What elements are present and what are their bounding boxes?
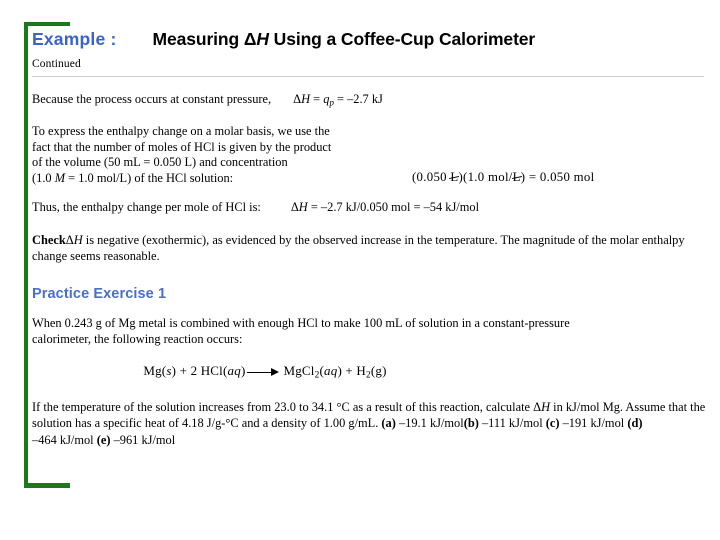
moles-eq-unit-liter-2: L — [512, 170, 521, 185]
moles-eq-mid: )(1.0 mol/ — [458, 170, 513, 185]
title-italic-h: H — [256, 29, 269, 49]
example-label: Example : — [32, 29, 117, 49]
practice-exercise-heading: Practice Exercise 1 — [32, 285, 167, 302]
check-paragraph: CheckΔH is negative (exothermic), as evi… — [32, 233, 704, 265]
final-part-1: If the temperature of the solution incre… — [32, 399, 542, 414]
reaction-state-aq-right: aq — [324, 363, 338, 379]
moles-eq-open: (0.050 — [412, 170, 451, 185]
molar-line4-italic-m: M — [54, 171, 66, 186]
practice-question-line-1: When 0.243 g of Mg metal is combined wit… — [32, 315, 570, 330]
thus-eq-delta: Δ — [290, 199, 299, 214]
option-b-value[interactable]: –111 kJ/mol — [479, 416, 546, 430]
molar-line-1: To express the enthalpy change on a mola… — [32, 124, 330, 139]
check-label: Check — [32, 233, 66, 248]
option-e-value[interactable]: –961 kJ/mol — [110, 433, 176, 447]
molar-basis-text: To express the enthalpy change on a mola… — [32, 124, 402, 187]
practice-question-line-2: calorimeter, the following reaction occu… — [32, 332, 243, 347]
reaction-left-mid: ) + 2 HCl( — [171, 363, 228, 379]
title-prefix: Measuring Δ — [152, 29, 257, 49]
slide-header: Example : Measuring ΔH Using a Coffee-Cu… — [32, 22, 708, 50]
option-d-label[interactable]: (d) — [627, 416, 642, 430]
moles-calculation-equation: (0.050 L)(1.0 mol/L) = 0.050 mol — [412, 171, 594, 184]
moles-eq-close: ) = 0.050 mol — [520, 170, 595, 185]
reaction-arrow-icon — [247, 368, 281, 377]
practice-answer-options: If the temperature of the solution incre… — [32, 399, 708, 448]
page-title: Measuring ΔH Using a Coffee-Cup Calorime… — [152, 29, 535, 50]
thus-eq-h: H — [298, 199, 308, 214]
molar-line-4: (1.0 M = 1.0 mol/L) of the HCl solution: — [32, 171, 402, 187]
chemical-reaction-equation: Mg(s) + 2 HCl(aq) MgCl2(aq) + H2(g) — [32, 364, 708, 381]
option-d-value[interactable]: –464 kJ/mol — [32, 433, 97, 447]
check-body: is negative (exothermic), as evidenced b… — [32, 233, 685, 264]
constant-pressure-row: Because the process occurs at constant p… — [32, 93, 708, 107]
reaction-left-mg: Mg( — [143, 363, 167, 379]
constant-pressure-equation: ΔH = qp = –2.7 kJ — [293, 93, 383, 107]
reaction-state-aq-left: aq — [227, 363, 241, 379]
continued-label: Continued — [32, 58, 81, 70]
final-italic-h: H — [541, 399, 551, 414]
frame-left-bar — [24, 22, 28, 488]
option-e-label[interactable]: (e) — [97, 433, 111, 447]
molar-line4-post: = 1.0 mol/L) of the HCl solution: — [65, 171, 234, 186]
check-italic-h: H — [73, 233, 83, 248]
practice-question-text: When 0.243 g of Mg metal is combined wit… — [32, 315, 692, 347]
thus-eq-remainder: = –2.7 kJ/0.050 mol = –54 kJ/mol — [307, 199, 480, 214]
option-b-label[interactable]: (b) — [464, 416, 479, 430]
eq-remainder: = –2.7 kJ — [333, 92, 383, 106]
thus-equation: ΔH = –2.7 kJ/0.050 mol = –54 kJ/mol — [291, 201, 479, 213]
thus-row: Thus, the enthalpy change per mole of HC… — [32, 199, 708, 214]
reaction-right-mid: ) + H — [337, 363, 366, 379]
check-delta: Δ — [65, 233, 74, 248]
molar-basis-block: To express the enthalpy change on a mola… — [32, 124, 708, 187]
eq-equals: = — [310, 92, 324, 106]
header-divider — [32, 76, 704, 77]
thus-text: Thus, the enthalpy change per mole of HC… — [32, 199, 261, 214]
title-suffix: Using a Coffee-Cup Calorimeter — [268, 29, 536, 49]
option-c-value[interactable]: –191 kJ/mol — [560, 416, 628, 430]
frame-bottom-stub — [24, 483, 70, 488]
option-a-value[interactable]: –19.1 kJ/mol — [396, 416, 464, 430]
molar-line-2: fact that the number of moles of HCl is … — [32, 139, 332, 154]
slide-content: Example : Measuring ΔH Using a Coffee-Cu… — [32, 22, 708, 448]
reaction-left-close: ) — [240, 363, 246, 379]
eq-h: H — [301, 92, 311, 106]
option-a-label[interactable]: (a) — [381, 416, 395, 430]
molar-line4-pre: (1.0 — [32, 171, 55, 186]
reaction-right-mgcl: MgCl — [283, 363, 315, 379]
option-c-label[interactable]: (c) — [546, 416, 560, 430]
constant-pressure-text: Because the process occurs at constant p… — [32, 92, 272, 106]
molar-line-3: of the volume (50 mL = 0.050 L) and conc… — [32, 155, 288, 170]
eq-delta: Δ — [293, 92, 302, 106]
reaction-right-close: (g) — [370, 363, 387, 379]
moles-eq-unit-liter-1: L — [450, 170, 459, 185]
